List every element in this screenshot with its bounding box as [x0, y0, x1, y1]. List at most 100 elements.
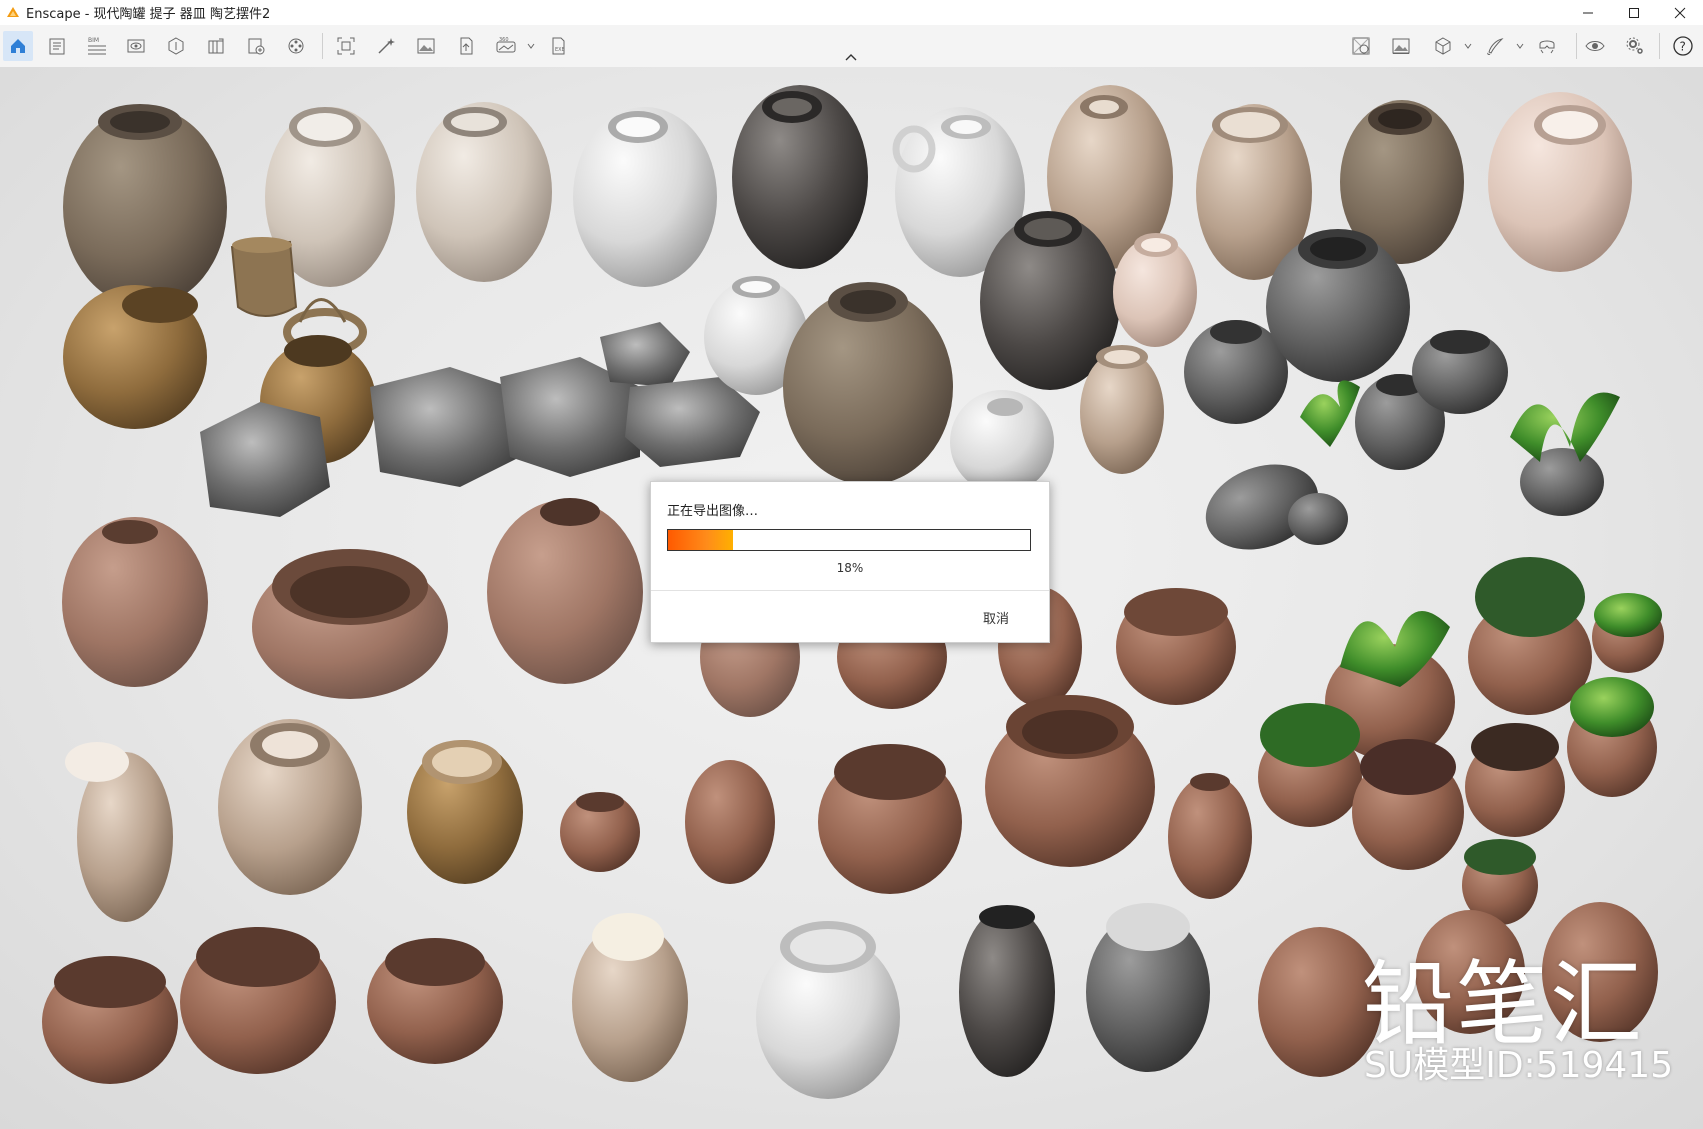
exe-export-icon: EXE: [552, 37, 565, 55]
atlas-button[interactable]: [241, 31, 271, 61]
exe-export-button[interactable]: EXE: [544, 31, 574, 61]
vase: [1412, 330, 1508, 414]
vase: [62, 517, 208, 687]
chevron-down-icon[interactable]: [1516, 42, 1524, 50]
video-button[interactable]: [281, 31, 311, 61]
home-icon: [11, 39, 25, 53]
help-button[interactable]: ?: [1668, 31, 1698, 61]
brush-icon: [1487, 38, 1504, 55]
bowl: [818, 744, 962, 894]
vase: [1488, 92, 1632, 272]
cube-icon: [1435, 37, 1451, 55]
home-button[interactable]: [3, 31, 33, 61]
notes-icon: [49, 38, 65, 55]
vase: [487, 498, 643, 684]
dialog-title: 正在导出图像…: [667, 504, 759, 519]
rock: [370, 367, 520, 487]
views-button[interactable]: [121, 31, 151, 61]
vase: [732, 85, 868, 269]
vase: [1086, 903, 1210, 1072]
svg-text:?: ?: [1680, 40, 1686, 54]
capture-button[interactable]: [1386, 31, 1416, 61]
cube-button[interactable]: [1428, 31, 1458, 61]
vase: [218, 719, 362, 895]
export-progress-dialog: 正在导出图像… 18% 取消: [650, 481, 1050, 643]
assets-icon: [168, 37, 184, 55]
bowl: [1116, 588, 1236, 705]
watermark-model-id: SU模型ID:519415: [1364, 1045, 1674, 1086]
close-icon: [1674, 7, 1686, 18]
progress-bar: [667, 529, 1031, 551]
bim-button[interactable]: BIM: [82, 31, 112, 61]
vase: [65, 742, 173, 922]
close-button[interactable]: [1657, 0, 1703, 25]
minimize-button[interactable]: [1565, 0, 1611, 25]
bowl: [985, 695, 1155, 867]
image-icon: [417, 38, 435, 54]
maximize-button[interactable]: [1611, 0, 1657, 25]
vase: [1205, 464, 1348, 550]
notes-button[interactable]: [42, 31, 72, 61]
toolbar-collapse-chevron-icon[interactable]: [843, 51, 859, 63]
settings-icon: [1626, 37, 1643, 54]
vase: [407, 740, 523, 884]
vase: [1168, 773, 1252, 899]
potted-plant: [1510, 392, 1620, 516]
video-icon: [288, 38, 304, 54]
render-button[interactable]: [371, 31, 401, 61]
vase: [63, 285, 207, 429]
title-bar: Enscape - 现代陶罐 提子 器皿 陶艺摆件2: [0, 0, 1703, 25]
vase: [560, 792, 640, 872]
svg-text:EXE: EXE: [555, 47, 565, 53]
vase: [416, 102, 552, 282]
bim-icon: BIM: [88, 37, 106, 55]
atlas-icon: [248, 38, 265, 55]
upload-icon: [460, 37, 473, 55]
svg-text:360: 360: [499, 37, 509, 43]
potted-plant: [1567, 677, 1657, 797]
vr-icon: [1539, 40, 1555, 54]
eye-icon: [1585, 41, 1605, 51]
chevron-down-icon[interactable]: [1464, 42, 1472, 50]
bowl: [180, 927, 336, 1074]
brush-button[interactable]: [1480, 31, 1510, 61]
vase: [63, 104, 227, 307]
potted-plant: [1592, 593, 1664, 673]
vase: [573, 107, 717, 287]
bowl: [42, 956, 178, 1084]
plant: [1300, 380, 1360, 447]
views-icon: [127, 39, 145, 53]
settings-button[interactable]: [1620, 31, 1650, 61]
window-controls: [1565, 0, 1703, 25]
progress-percent-label: 18%: [836, 561, 864, 575]
upload-button[interactable]: [451, 31, 481, 61]
visibility-button[interactable]: [1580, 31, 1610, 61]
panorama-button[interactable]: 360: [491, 31, 521, 61]
walk-icon: [1352, 37, 1370, 55]
progress-bar-fill: [668, 530, 734, 550]
assets-button[interactable]: [161, 31, 191, 61]
screenshot-button[interactable]: [331, 31, 361, 61]
bowl: [252, 549, 448, 699]
render-icon: [378, 38, 395, 54]
maximize-icon: [1629, 7, 1639, 18]
walk-button[interactable]: [1346, 31, 1376, 61]
image-button[interactable]: [411, 31, 441, 61]
vase: [950, 390, 1054, 494]
dialog-divider: [651, 590, 1049, 591]
screenshot-icon: [337, 37, 355, 55]
toolbar-separator: [322, 33, 323, 59]
vr-button[interactable]: [1532, 31, 1562, 61]
chevron-down-icon[interactable]: [527, 42, 535, 50]
cancel-button[interactable]: 取消: [983, 608, 1009, 627]
vase: [959, 905, 1055, 1077]
enscape-logo-icon: [7, 6, 19, 17]
basket: [230, 237, 298, 317]
toolbar-separator: [1576, 33, 1577, 59]
potted-plant: [1352, 739, 1464, 870]
capture-icon: [1392, 38, 1410, 54]
help-icon: ?: [1673, 36, 1693, 56]
vase: [572, 913, 688, 1082]
materials-button[interactable]: [201, 31, 231, 61]
toolbar-separator: [1659, 33, 1660, 59]
